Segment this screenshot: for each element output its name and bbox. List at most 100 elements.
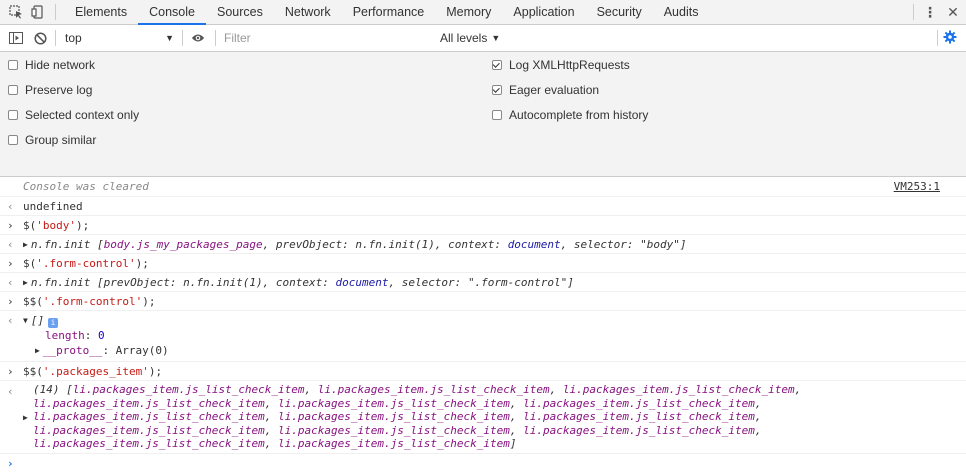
element-ref: body.js_my_packages_page <box>103 238 263 251</box>
object-preview: n.fn.init [prevObject: n.fn.init(1), con… <box>30 276 336 289</box>
array-property: length: 0 <box>23 328 966 343</box>
property-value: : Array(0) <box>102 344 169 357</box>
property-sep: : <box>84 329 98 342</box>
command-prompt-icon: › <box>7 365 14 378</box>
tab-performance[interactable]: Performance <box>342 0 436 24</box>
console-result[interactable]: ‹ ▼[] i length: 0 ▶ __proto__: Array(0) <box>0 311 966 362</box>
array-preview-line: (14) [li.packages_item.js_list_check_ite… <box>33 383 802 396</box>
option-label: Eager evaluation <box>509 83 600 97</box>
console-message: Console was cleared VM253:1 <box>0 177 966 197</box>
preserve-log-checkbox[interactable] <box>8 85 18 95</box>
eager-evaluation-option[interactable]: Eager evaluation <box>492 83 599 97</box>
selected-context-only-checkbox[interactable] <box>8 110 18 120</box>
tab-memory[interactable]: Memory <box>435 0 502 24</box>
list-item: li.packages_item.js_list_check_item <box>523 410 755 423</box>
tab-sources[interactable]: Sources <box>206 0 274 24</box>
expand-triangle-icon[interactable]: ▶ <box>23 411 28 425</box>
array-property[interactable]: ▶ __proto__: Array(0) <box>23 343 966 358</box>
console-command: › $('body'); <box>0 216 966 235</box>
list-item: li.packages_item.js_list_check_item <box>72 383 305 396</box>
tab-elements[interactable]: Elements <box>64 0 138 24</box>
list-item: li.packages_item.js_list_check_item <box>278 423 510 437</box>
inspect-element-icon[interactable] <box>9 5 23 19</box>
info-icon[interactable]: i <box>48 318 59 328</box>
command-text: ); <box>135 257 149 270</box>
result-arrow-icon: ‹ <box>7 238 14 251</box>
group-similar-option[interactable]: Group similar <box>8 133 96 147</box>
tab-audits[interactable]: Audits <box>653 0 710 24</box>
command-text: $( <box>23 219 37 232</box>
eye-icon[interactable] <box>191 31 205 45</box>
command-string: '.packages_item' <box>42 365 149 378</box>
object-value: document <box>335 276 389 289</box>
device-toolbar-icon[interactable] <box>31 5 45 19</box>
eager-evaluation-checkbox[interactable] <box>492 85 502 95</box>
command-string: '.form-control' <box>36 257 136 270</box>
list-item: li.packages_item.js_list_check_item <box>317 383 550 396</box>
list-item: li.packages_item.js_list_check_item <box>523 423 755 437</box>
result-arrow-icon: ‹ <box>7 200 14 213</box>
option-label: Selected context only <box>25 108 140 122</box>
autocomplete-from-history-option[interactable]: Autocomplete from history <box>492 108 648 122</box>
tab-application[interactable]: Application <box>502 0 585 24</box>
log-xmlhttprequests-option[interactable]: Log XMLHttpRequests <box>492 58 630 72</box>
tab-security[interactable]: Security <box>586 0 653 24</box>
log-levels-dropdown[interactable]: All levels ▼ <box>440 31 500 45</box>
dropdown-arrow-icon: ▼ <box>491 33 501 43</box>
cleared-message: Console was cleared <box>23 180 149 193</box>
property-key: length <box>45 329 85 342</box>
object-preview: ] <box>567 276 574 289</box>
array-count: (14) [ <box>33 383 73 396</box>
property-value: 0 <box>98 329 105 342</box>
console-result[interactable]: ‹ ▶ (14) [li.packages_item.js_list_check… <box>0 381 966 454</box>
list-item: li.packages_item.js_list_check_item <box>33 423 265 437</box>
console-command: › $$('.form-control'); <box>0 292 966 311</box>
expand-triangle-icon[interactable]: ▶ <box>23 235 28 254</box>
collapse-triangle-icon[interactable]: ▼ <box>23 313 28 328</box>
filter-input[interactable] <box>220 27 436 49</box>
result-arrow-icon: ‹ <box>7 314 14 327</box>
array-preview-line: li.packages_item.js_list_check_item, li.… <box>33 423 762 437</box>
command-text: $$( <box>23 295 43 308</box>
autocomplete-from-history-checkbox[interactable] <box>492 110 502 120</box>
tab-bar-right: ⋮ ✕ <box>907 0 966 24</box>
close-icon[interactable]: ✕ <box>940 4 966 21</box>
divider <box>937 30 938 46</box>
object-preview: , prevObject: n.fn.init(1), context: <box>262 238 508 251</box>
group-similar-checkbox[interactable] <box>8 135 18 145</box>
tab-network[interactable]: Network <box>274 0 342 24</box>
source-link[interactable]: VM253:1 <box>894 177 940 197</box>
console-result[interactable]: ‹ ▶ n.fn.init [body.js_my_packages_page, … <box>0 235 966 254</box>
tab-console[interactable]: Console <box>138 0 206 25</box>
object-value: document <box>507 238 561 251</box>
hide-network-option[interactable]: Hide network <box>8 58 95 72</box>
command-text: ); <box>148 365 163 378</box>
preserve-log-option[interactable]: Preserve log <box>8 83 92 97</box>
object-preview: , selector: <box>560 238 641 251</box>
array-preview-line: li.packages_item.js_list_check_item, li.… <box>33 396 762 410</box>
hide-network-checkbox[interactable] <box>8 60 18 70</box>
array-header[interactable]: ▼[] i <box>23 313 966 328</box>
expand-triangle-icon[interactable]: ▶ <box>23 273 28 292</box>
console-toolbar: top ▼ All levels ▼ <box>0 25 966 52</box>
property-key: __proto__ <box>42 344 103 357</box>
command-text: $$( <box>23 365 43 378</box>
gear-icon[interactable] <box>943 30 957 47</box>
log-xmlhttprequests-checkbox[interactable] <box>492 60 502 70</box>
selected-context-only-option[interactable]: Selected context only <box>8 108 139 122</box>
console-prompt[interactable]: › <box>0 454 966 474</box>
option-label: Log XMLHttpRequests <box>509 58 630 72</box>
clear-console-icon[interactable] <box>33 31 47 45</box>
show-sidebar-icon[interactable] <box>9 31 23 45</box>
command-prompt-icon: › <box>7 219 14 232</box>
console-result[interactable]: ‹ ▶ n.fn.init [prevObject: n.fn.init(1), … <box>0 273 966 292</box>
divider <box>182 30 183 46</box>
more-options-icon[interactable]: ⋮ <box>920 4 940 21</box>
result-arrow-icon: ‹ <box>7 385 14 398</box>
context-selector[interactable]: top ▼ <box>60 25 180 51</box>
array-close: ] <box>509 437 517 450</box>
list-item: li.packages_item.js_list_check_item <box>33 410 265 423</box>
expand-triangle-icon[interactable]: ▶ <box>35 343 40 358</box>
result-value: undefined <box>23 200 83 213</box>
option-label: Preserve log <box>25 83 93 97</box>
